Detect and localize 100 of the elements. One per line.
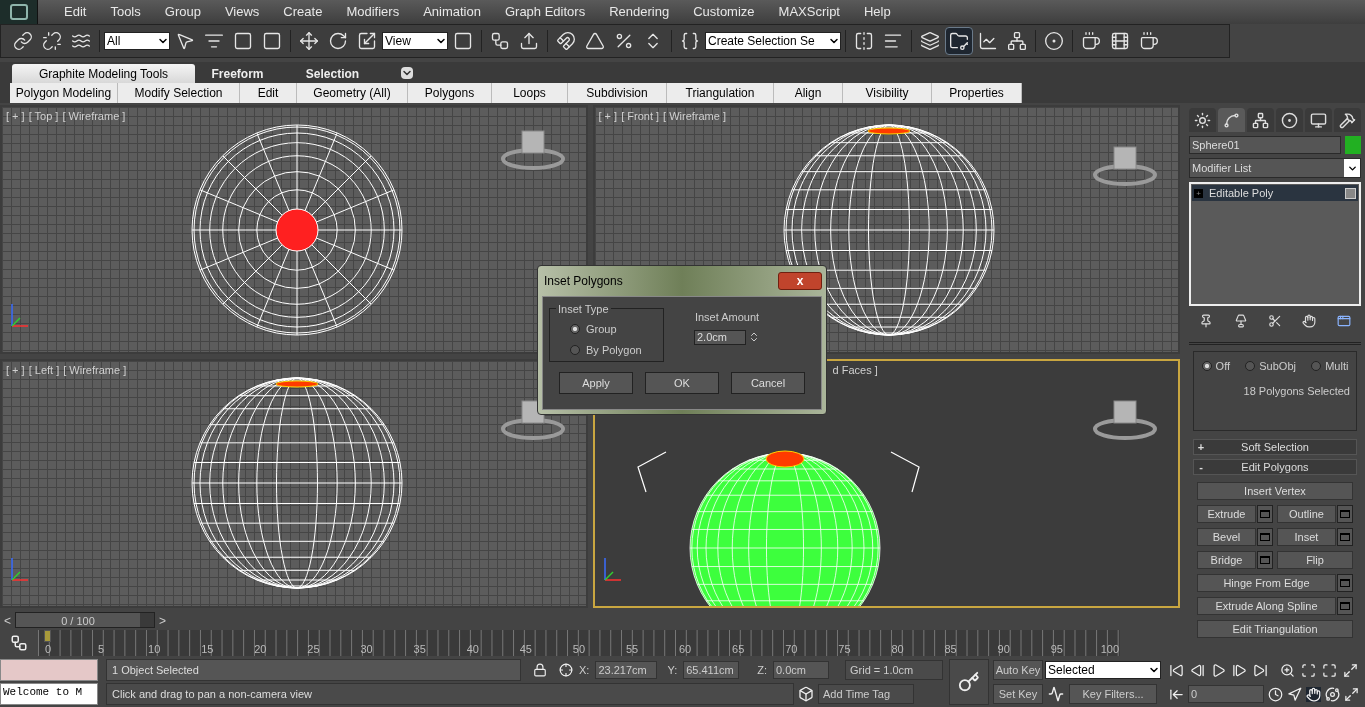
z-label: Z: [757,662,767,678]
current-frame-field[interactable]: 0 [1188,685,1264,703]
frame-tick-label: 60 [678,643,693,656]
frame-tick-label: 25 [306,643,321,656]
command-button[interactable]: Extrude Along Spline [1197,597,1336,615]
ribbon-panel-label[interactable]: Loops [492,83,568,103]
track-bar[interactable]: 0 5 10 15 20 25 30 35 40 45 50 55 60 65 70 75 80 85 90 95 100 [38,630,1120,656]
frame-tick-label: 100 [1099,643,1120,656]
ribbon-tab[interactable]: Freeform [195,64,280,83]
stack-item[interactable]: + Editable Poly [1192,185,1358,201]
listener-output-field[interactable]: Welcome to M [0,683,98,705]
command-button[interactable]: Insert Vertex [1197,482,1353,500]
x-label: X: [579,662,590,678]
ribbon-panel-label[interactable]: Align [774,83,843,103]
frame-tick-label: 10 [147,643,162,656]
rollout-title[interactable]: Soft Selection [1208,438,1356,456]
viewport-label[interactable]: [ + ] [6,108,25,125]
menu-item[interactable]: Customize [681,2,767,22]
radio-label[interactable]: Off [1215,358,1231,375]
radio-label[interactable]: SubObj [1259,358,1296,375]
rollout-toggle[interactable]: - [1194,458,1208,476]
x-coordinate-field[interactable]: 23.217cm [595,661,658,679]
command-button[interactable]: Hinge From Edge [1197,574,1336,592]
next-frame-button[interactable]: > [155,612,170,628]
previous-frame-button[interactable]: < [0,612,15,628]
command-button[interactable]: Extrude [1197,505,1256,523]
menu-item[interactable]: Rendering [597,2,682,22]
menu-item[interactable]: Help [852,2,903,22]
expand-toggle[interactable]: + [1194,188,1203,198]
selection-filter-dropdown[interactable]: All [104,32,170,50]
ribbon-panel-label[interactable]: Polygons [408,83,492,103]
viewport-label[interactable]: d Faces ] [832,362,878,379]
menu-item[interactable]: Modifiers [334,2,412,22]
command-button[interactable]: Bevel [1197,528,1256,546]
frame-tick-label: 20 [253,643,268,656]
rollout-toggle[interactable]: + [1194,438,1208,456]
close-button[interactable]: x [778,272,822,290]
viewport-label[interactable]: [ + ] [598,108,618,125]
frame-tick-label: 95 [1049,643,1064,656]
command-button[interactable]: Edit Triangulation [1197,620,1353,638]
selection-info-text: 18 Polygons Selected [1242,383,1351,399]
viewport-label[interactable]: [ Top ] [28,108,59,125]
ribbon-panel-label[interactable]: Polygon Modeling [10,83,118,103]
command-button[interactable]: Bridge [1197,551,1256,569]
z-coordinate-field[interactable]: 0.0cm [773,661,829,679]
command-button[interactable]: Inset [1277,528,1336,546]
ribbon-panel-label[interactable]: Triangulation [667,83,774,103]
menu-item[interactable]: Views [212,2,272,22]
menu-item[interactable]: Create [271,2,335,22]
frame-tick-label: 75 [837,643,852,656]
stack-item-label[interactable]: Editable Poly [1209,184,1339,202]
key-mode-dropdown[interactable]: Selected [1045,661,1161,679]
ribbon-panel-label[interactable]: Edit [240,83,297,103]
viewport-label[interactable]: [ + ] [6,362,25,379]
auto-key-button[interactable]: Auto Key [993,660,1043,680]
frame-tick-label: 35 [412,643,427,656]
menu-item[interactable]: Group [152,2,213,22]
menu-item[interactable]: Graph Editors [492,2,598,22]
y-label: Y: [667,662,678,678]
menu-item[interactable]: Edit [52,2,99,22]
ribbon-tab[interactable]: Selection [280,64,385,83]
viewport-label[interactable]: [ Wireframe ] [63,362,127,379]
inset-amount-field[interactable]: 2.0cm [694,329,746,345]
grid-size-text: Grid = 1.0cm [845,660,943,680]
ribbon-panel-label[interactable]: Subdivision [568,83,667,103]
object-name-field[interactable]: Sphere01 [1189,136,1341,154]
command-button[interactable]: Flip [1277,551,1353,569]
named-selection-dropdown[interactable]: Create Selection Se [705,32,841,50]
command-button[interactable]: Outline [1277,505,1336,523]
rollout-header[interactable]: + Soft Selection [1193,439,1357,455]
frame-tick-label: 65 [731,643,746,656]
key-filters-button[interactable]: Key Filters... [1069,684,1157,704]
ribbon-panel-label[interactable]: Modify Selection [118,83,240,103]
reference-coordinate-dropdown[interactable]: View [382,32,448,50]
add-time-tag-field[interactable]: Add Time Tag [818,684,914,704]
dialog-button[interactable]: OK [645,372,719,394]
ribbon-panel-label[interactable]: Visibility [843,83,932,103]
viewport-label[interactable]: [ Front ] [621,108,660,125]
frame-tick-label: 90 [996,643,1011,656]
ribbon-panel-label[interactable]: Properties [932,83,1022,103]
dialog-button[interactable]: Cancel [731,372,805,394]
time-slider-thumb[interactable]: 0 / 100 [16,613,140,627]
modifier-list-dropdown[interactable]: Modifier List [1189,158,1361,178]
set-key-button[interactable]: Set Key [993,684,1043,704]
menu-item[interactable]: Animation [411,2,493,22]
frame-tick-label: 50 [571,643,587,656]
viewport-label[interactable]: [ Wireframe ] [663,108,726,125]
ribbon-panel-label[interactable]: Geometry (All) [297,83,408,103]
viewport-label[interactable]: [ Wireframe ] [62,108,126,125]
y-coordinate-field[interactable]: 65.411cm [683,661,740,679]
frame-tick-label: 5 [97,643,106,656]
dialog-button[interactable]: Apply [559,372,633,394]
rollout-title[interactable]: Edit Polygons [1208,458,1356,476]
radio-label[interactable]: Multi [1325,358,1349,375]
menu-item[interactable]: MAXScript [766,2,852,22]
viewport-label[interactable]: [ Left ] [28,362,60,379]
ribbon-tab[interactable]: Graphite Modeling Tools [12,64,195,83]
rollout-header[interactable]: - Edit Polygons [1193,459,1357,475]
time-slider-track[interactable]: 0 / 100 [15,612,155,628]
menu-item[interactable]: Tools [98,2,153,22]
